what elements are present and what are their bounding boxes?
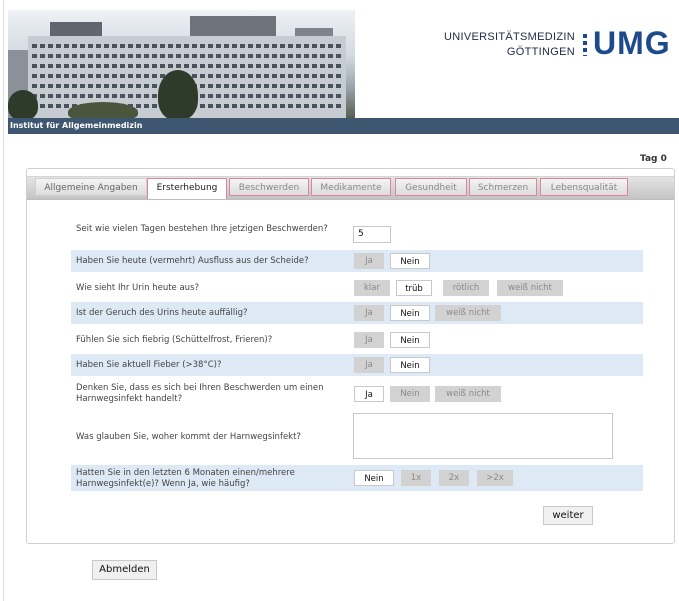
option-nein[interactable]: Nein	[390, 332, 430, 348]
next-button[interactable]: weiter	[543, 506, 593, 525]
question-row-discharge: Haben Sie heute (vermehrt) Ausfluss aus …	[71, 250, 643, 272]
question-row-uti-cause: Was glauben Sie, woher kommt der Harnweg…	[71, 413, 643, 459]
logout-button[interactable]: Abmelden	[92, 560, 157, 580]
question-row-days: Seit wie vielen Tagen bestehen Ihre jetz…	[71, 221, 643, 247]
option-ja[interactable]: Ja	[354, 357, 384, 373]
question-row-fever: Haben Sie aktuell Fieber (>38°C)? Ja Nei…	[71, 354, 643, 376]
question-text: Hatten Sie in den letzten 6 Monaten eine…	[76, 468, 295, 489]
option-ja[interactable]: Ja	[354, 253, 384, 269]
question-row-uti-belief: Denken Sie, dass es sich bei Ihren Besch…	[71, 380, 643, 408]
option-weiss-nicht[interactable]: weiß nicht	[435, 386, 501, 402]
option-nein[interactable]: Nein	[390, 253, 430, 269]
tab-beschwerden[interactable]: Beschwerden	[229, 178, 309, 196]
logo-separator-icon	[583, 34, 587, 56]
question-text: Fühlen Sie sich fiebrig (Schüttelfrost, …	[76, 335, 273, 345]
institute-bar: Institut für Allgemeinmedizin	[8, 118, 679, 134]
logo-umg: UMG	[593, 25, 671, 61]
tab-medikamente[interactable]: Medikamente	[311, 178, 391, 196]
option-more-than-2x[interactable]: >2x	[477, 470, 513, 486]
question-text: Ist der Geruch des Urins heute auffällig…	[76, 308, 248, 318]
tab-ersterhebung[interactable]: Ersterhebung	[147, 178, 227, 199]
option-nein[interactable]: Nein	[354, 470, 394, 486]
question-row-urine: Wie sieht Ihr Urin heute aus? klar trüb …	[71, 277, 643, 299]
page-left-rule	[3, 0, 4, 601]
question-text: Was glauben Sie, woher kommt der Harnweg…	[76, 432, 301, 442]
logo-line-2: GÖTTINGEN	[506, 46, 575, 58]
question-text: Seit wie vielen Tagen bestehen Ihre jetz…	[76, 224, 328, 234]
question-row-odor: Ist der Geruch des Urins heute auffällig…	[71, 302, 643, 324]
option-ja[interactable]: Ja	[354, 305, 384, 321]
tab-lebensqualitaet[interactable]: Lebensqualität	[540, 178, 628, 196]
tab-allgemeine-angaben[interactable]: Allgemeine Angaben	[35, 178, 147, 196]
question-row-feverish: Fühlen Sie sich fiebrig (Schüttelfrost, …	[71, 329, 643, 351]
days-input[interactable]: 5	[353, 226, 391, 243]
option-nein[interactable]: Nein	[390, 386, 430, 402]
option-trueb[interactable]: trüb	[396, 280, 432, 296]
form-panel: Allgemeine Angaben Ersterhebung Beschwer…	[26, 168, 675, 544]
tab-gesundheit[interactable]: Gesundheit	[395, 178, 467, 196]
tab-schmerzen[interactable]: Schmerzen	[469, 178, 537, 196]
option-nein[interactable]: Nein	[390, 357, 430, 373]
option-ja[interactable]: Ja	[354, 332, 384, 348]
site-header: UNIVERSITÄTSMEDIZIN GÖTTINGEN UMG	[8, 10, 679, 118]
logo-line-1: UNIVERSITÄTSMEDIZIN	[444, 31, 575, 43]
day-label: Tag 0	[640, 154, 667, 164]
header-campus-photo	[8, 10, 355, 118]
institute-name: Institut für Allgemeinmedizin	[10, 121, 143, 130]
uti-cause-textarea[interactable]	[353, 413, 613, 459]
option-weiss-nicht[interactable]: weiß nicht	[497, 280, 563, 296]
question-row-uti-history: Hatten Sie in den letzten 6 Monaten eine…	[71, 465, 643, 491]
question-text: Wie sieht Ihr Urin heute aus?	[76, 283, 200, 293]
question-text: Haben Sie aktuell Fieber (>38°C)?	[76, 360, 222, 370]
option-klar[interactable]: klar	[354, 280, 390, 296]
option-2x[interactable]: 2x	[439, 470, 469, 486]
question-text: Denken Sie, dass es sich bei Ihren Besch…	[76, 383, 324, 404]
option-ja[interactable]: Ja	[354, 386, 384, 402]
option-1x[interactable]: 1x	[401, 470, 431, 486]
logo-wordmark: UNIVERSITÄTSMEDIZIN GÖTTINGEN	[444, 30, 575, 60]
question-text: Haben Sie heute (vermehrt) Ausfluss aus …	[76, 256, 309, 266]
option-nein[interactable]: Nein	[390, 305, 430, 321]
option-roetlich[interactable]: rötlich	[443, 280, 489, 296]
option-weiss-nicht[interactable]: weiß nicht	[435, 305, 501, 321]
